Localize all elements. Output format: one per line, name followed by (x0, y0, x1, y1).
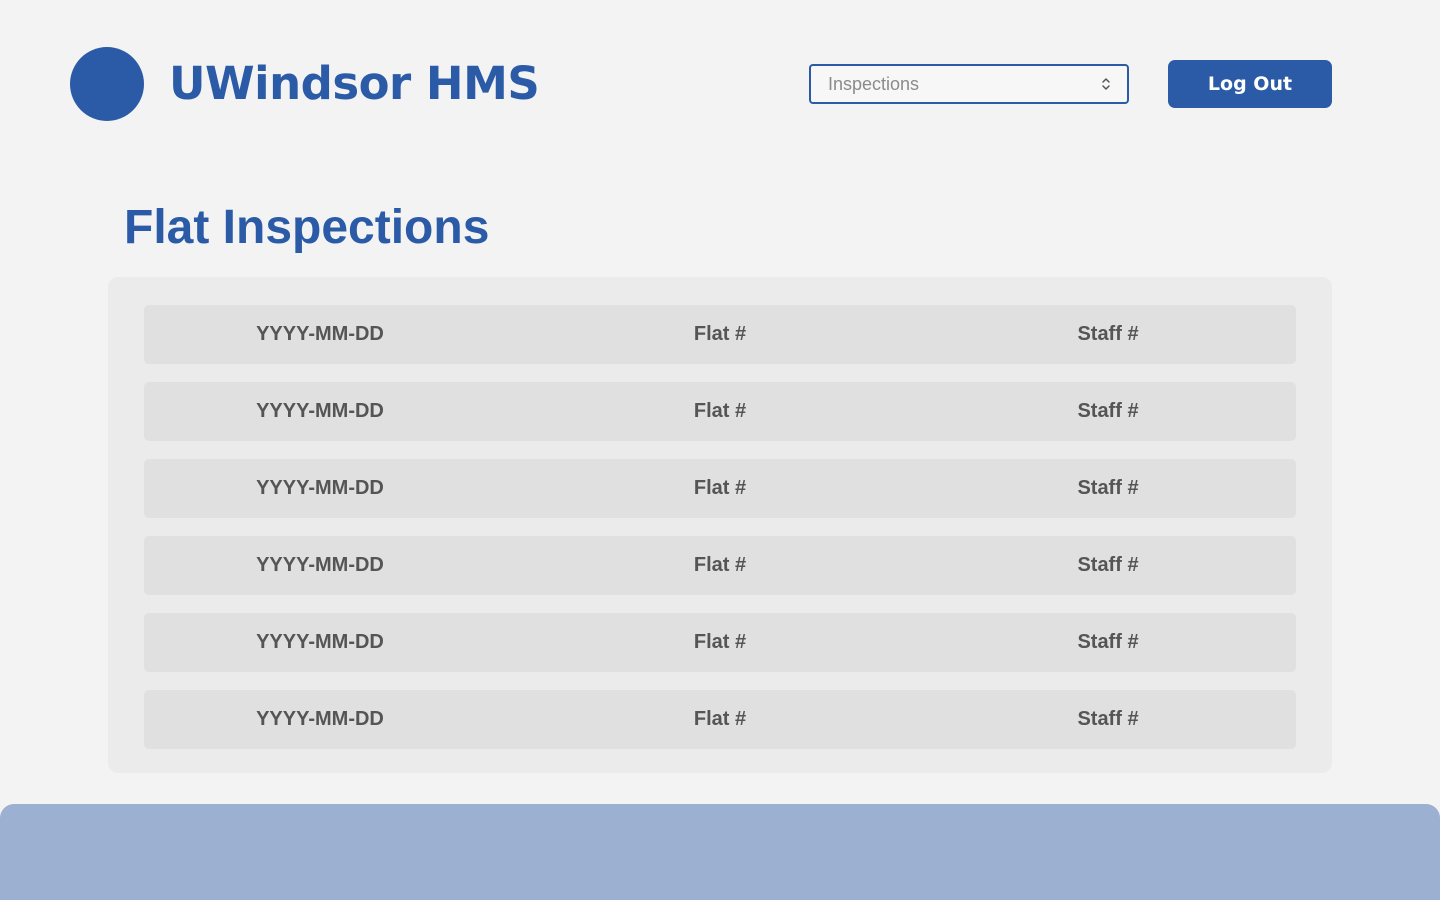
inspection-date: YYYY-MM-DD (256, 477, 384, 499)
inspection-flat: Flat # (693, 708, 747, 730)
inspection-flat: Flat # (693, 631, 747, 653)
inspection-staff: Staff # (1077, 477, 1139, 499)
inspection-row[interactable]: YYYY-MM-DD Flat # Staff # (144, 305, 1296, 364)
logo-icon (70, 47, 144, 121)
inspection-date: YYYY-MM-DD (256, 554, 384, 576)
inspection-flat: Flat # (693, 400, 747, 422)
inspection-row[interactable]: YYYY-MM-DD Flat # Staff # (144, 690, 1296, 749)
logout-button[interactable]: Log Out (1168, 60, 1332, 108)
inspection-row[interactable]: YYYY-MM-DD Flat # Staff # (144, 382, 1296, 441)
app-title: UWindsor HMS (169, 57, 540, 110)
inspection-date: YYYY-MM-DD (256, 323, 384, 345)
inspection-staff: Staff # (1077, 554, 1139, 576)
chevron-up-down-icon (1102, 78, 1110, 90)
inspection-row[interactable]: YYYY-MM-DD Flat # Staff # (144, 536, 1296, 595)
inspection-row[interactable]: YYYY-MM-DD Flat # Staff # (144, 613, 1296, 672)
inspection-flat: Flat # (693, 323, 747, 345)
page-select[interactable]: Inspections (809, 64, 1129, 104)
inspection-staff: Staff # (1077, 631, 1139, 653)
inspection-date: YYYY-MM-DD (256, 708, 384, 730)
inspection-staff: Staff # (1077, 400, 1139, 422)
inspection-staff: Staff # (1077, 708, 1139, 730)
inspection-date: YYYY-MM-DD (256, 400, 384, 422)
inspection-staff: Staff # (1077, 323, 1139, 345)
footer-bar (0, 804, 1440, 900)
inspection-flat: Flat # (693, 554, 747, 576)
inspection-row[interactable]: YYYY-MM-DD Flat # Staff # (144, 459, 1296, 518)
inspections-list: YYYY-MM-DD Flat # Staff # YYYY-MM-DD Fla… (108, 277, 1332, 773)
inspection-flat: Flat # (693, 477, 747, 499)
page-select-value: Inspections (828, 73, 920, 94)
page-title: Flat Inspections (124, 201, 490, 254)
inspection-date: YYYY-MM-DD (256, 631, 384, 653)
